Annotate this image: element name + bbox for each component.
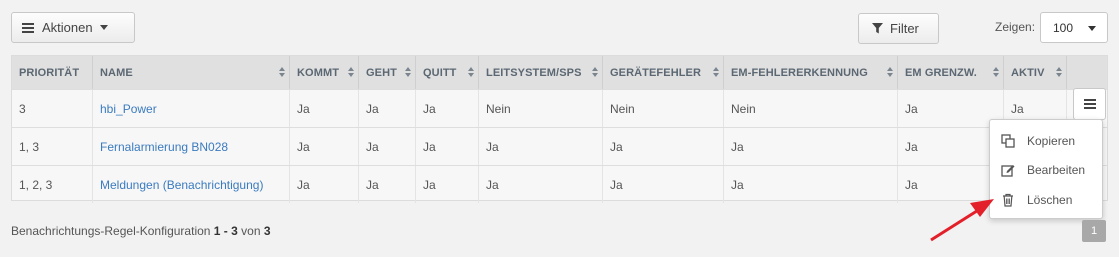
rule-name-link[interactable]: Meldungen (Benachrichtigung) xyxy=(93,166,290,203)
rule-name-link[interactable]: hbi_Power xyxy=(93,90,290,127)
cell-kommt: Ja xyxy=(290,166,359,203)
copy-icon xyxy=(1001,134,1015,148)
cell-geraetefehler: Ja xyxy=(603,166,724,203)
caret-down-icon xyxy=(99,25,108,30)
sort-icon xyxy=(279,67,285,77)
filter-icon xyxy=(872,23,883,34)
sort-icon xyxy=(348,67,354,77)
page-button[interactable]: 1 xyxy=(1082,220,1106,242)
rules-table: PRIORITÄT NAME KOMMT GEHT QUITT LEITSYST… xyxy=(11,55,1108,203)
menu-icon xyxy=(22,21,34,35)
sort-icon xyxy=(887,67,893,77)
sort-icon xyxy=(405,67,411,77)
cell-geraetefehler: Nein xyxy=(603,90,724,127)
menu-item-delete[interactable]: Löschen xyxy=(990,187,1102,213)
cell-geht: Ja xyxy=(359,128,416,165)
cell-geht: Ja xyxy=(359,90,416,127)
column-header-actions xyxy=(1067,56,1107,89)
cell-priority: 3 xyxy=(12,90,93,127)
menu-item-copy[interactable]: Kopieren xyxy=(990,128,1102,154)
column-header-geraetefehler[interactable]: GERÄTEFEHLER xyxy=(603,56,724,89)
sort-icon xyxy=(468,67,474,77)
pagination-summary: Benachrichtungs-Regel-Konfiguration 1 - … xyxy=(11,224,271,238)
rule-name-link[interactable]: Fernalarmierung BN028 xyxy=(93,128,290,165)
trash-icon xyxy=(1003,193,1013,207)
table-row[interactable]: 1, 2, 3 Meldungen (Benachrichtigung) Ja … xyxy=(12,165,1107,203)
cell-leitsystem: Nein xyxy=(479,90,603,127)
cell-geraetefehler: Ja xyxy=(603,128,724,165)
column-header-quitt[interactable]: QUITT xyxy=(416,56,479,89)
actions-label: Aktionen xyxy=(42,20,93,35)
cell-priority: 1, 2, 3 xyxy=(12,166,93,203)
filter-button[interactable]: Filter xyxy=(858,13,939,44)
cell-quitt: Ja xyxy=(416,166,479,203)
row-actions-dropdown: Kopieren Bearbeiten Löschen xyxy=(989,119,1103,219)
edit-icon xyxy=(1001,165,1015,177)
cell-quitt: Ja xyxy=(416,90,479,127)
cell-leitsystem: Ja xyxy=(479,166,603,203)
cell-priority: 1, 3 xyxy=(12,128,93,165)
column-header-leitsystem[interactable]: LEITSYSTEM/SPS xyxy=(479,56,603,89)
cell-kommt: Ja xyxy=(290,128,359,165)
table-row[interactable]: 3 hbi_Power Ja Ja Ja Nein Nein Nein Ja J… xyxy=(12,89,1107,127)
cell-kommt: Ja xyxy=(290,90,359,127)
cell-quitt: Ja xyxy=(416,128,479,165)
column-header-em-fehlererkennung[interactable]: EM-FEHLERERKENNUNG xyxy=(724,56,898,89)
sort-icon xyxy=(993,67,999,77)
cell-em-fehlererkennung: Nein xyxy=(724,90,898,127)
sort-icon xyxy=(592,67,598,77)
cell-em-fehlererkennung: Ja xyxy=(724,166,898,203)
caret-down-icon xyxy=(1088,26,1096,31)
page-size-select[interactable]: 100 xyxy=(1040,12,1108,43)
table-row[interactable]: 1, 3 Fernalarmierung BN028 Ja Ja Ja Ja J… xyxy=(12,127,1107,165)
actions-button[interactable]: Aktionen xyxy=(11,12,135,43)
column-header-name[interactable]: NAME xyxy=(93,56,290,89)
cell-leitsystem: Ja xyxy=(479,128,603,165)
cell-em-fehlererkennung: Ja xyxy=(724,128,898,165)
column-header-aktiv[interactable]: AKTIV xyxy=(1004,56,1067,89)
sort-icon xyxy=(1056,67,1062,77)
column-header-geht[interactable]: GEHT xyxy=(359,56,416,89)
page-size-label: Zeigen: xyxy=(995,20,1036,34)
menu-icon xyxy=(1083,97,1096,111)
column-header-em-grenzw[interactable]: EM GRENZW. xyxy=(898,56,1004,89)
sort-icon xyxy=(713,67,719,77)
page-size-value: 100 xyxy=(1053,20,1074,35)
menu-item-edit[interactable]: Bearbeiten xyxy=(990,157,1102,183)
column-header-kommt[interactable]: KOMMT xyxy=(290,56,359,89)
cell-geht: Ja xyxy=(359,166,416,203)
row-actions-button[interactable] xyxy=(1073,88,1106,120)
filter-label: Filter xyxy=(890,21,919,36)
column-header-priority[interactable]: PRIORITÄT xyxy=(12,56,93,89)
